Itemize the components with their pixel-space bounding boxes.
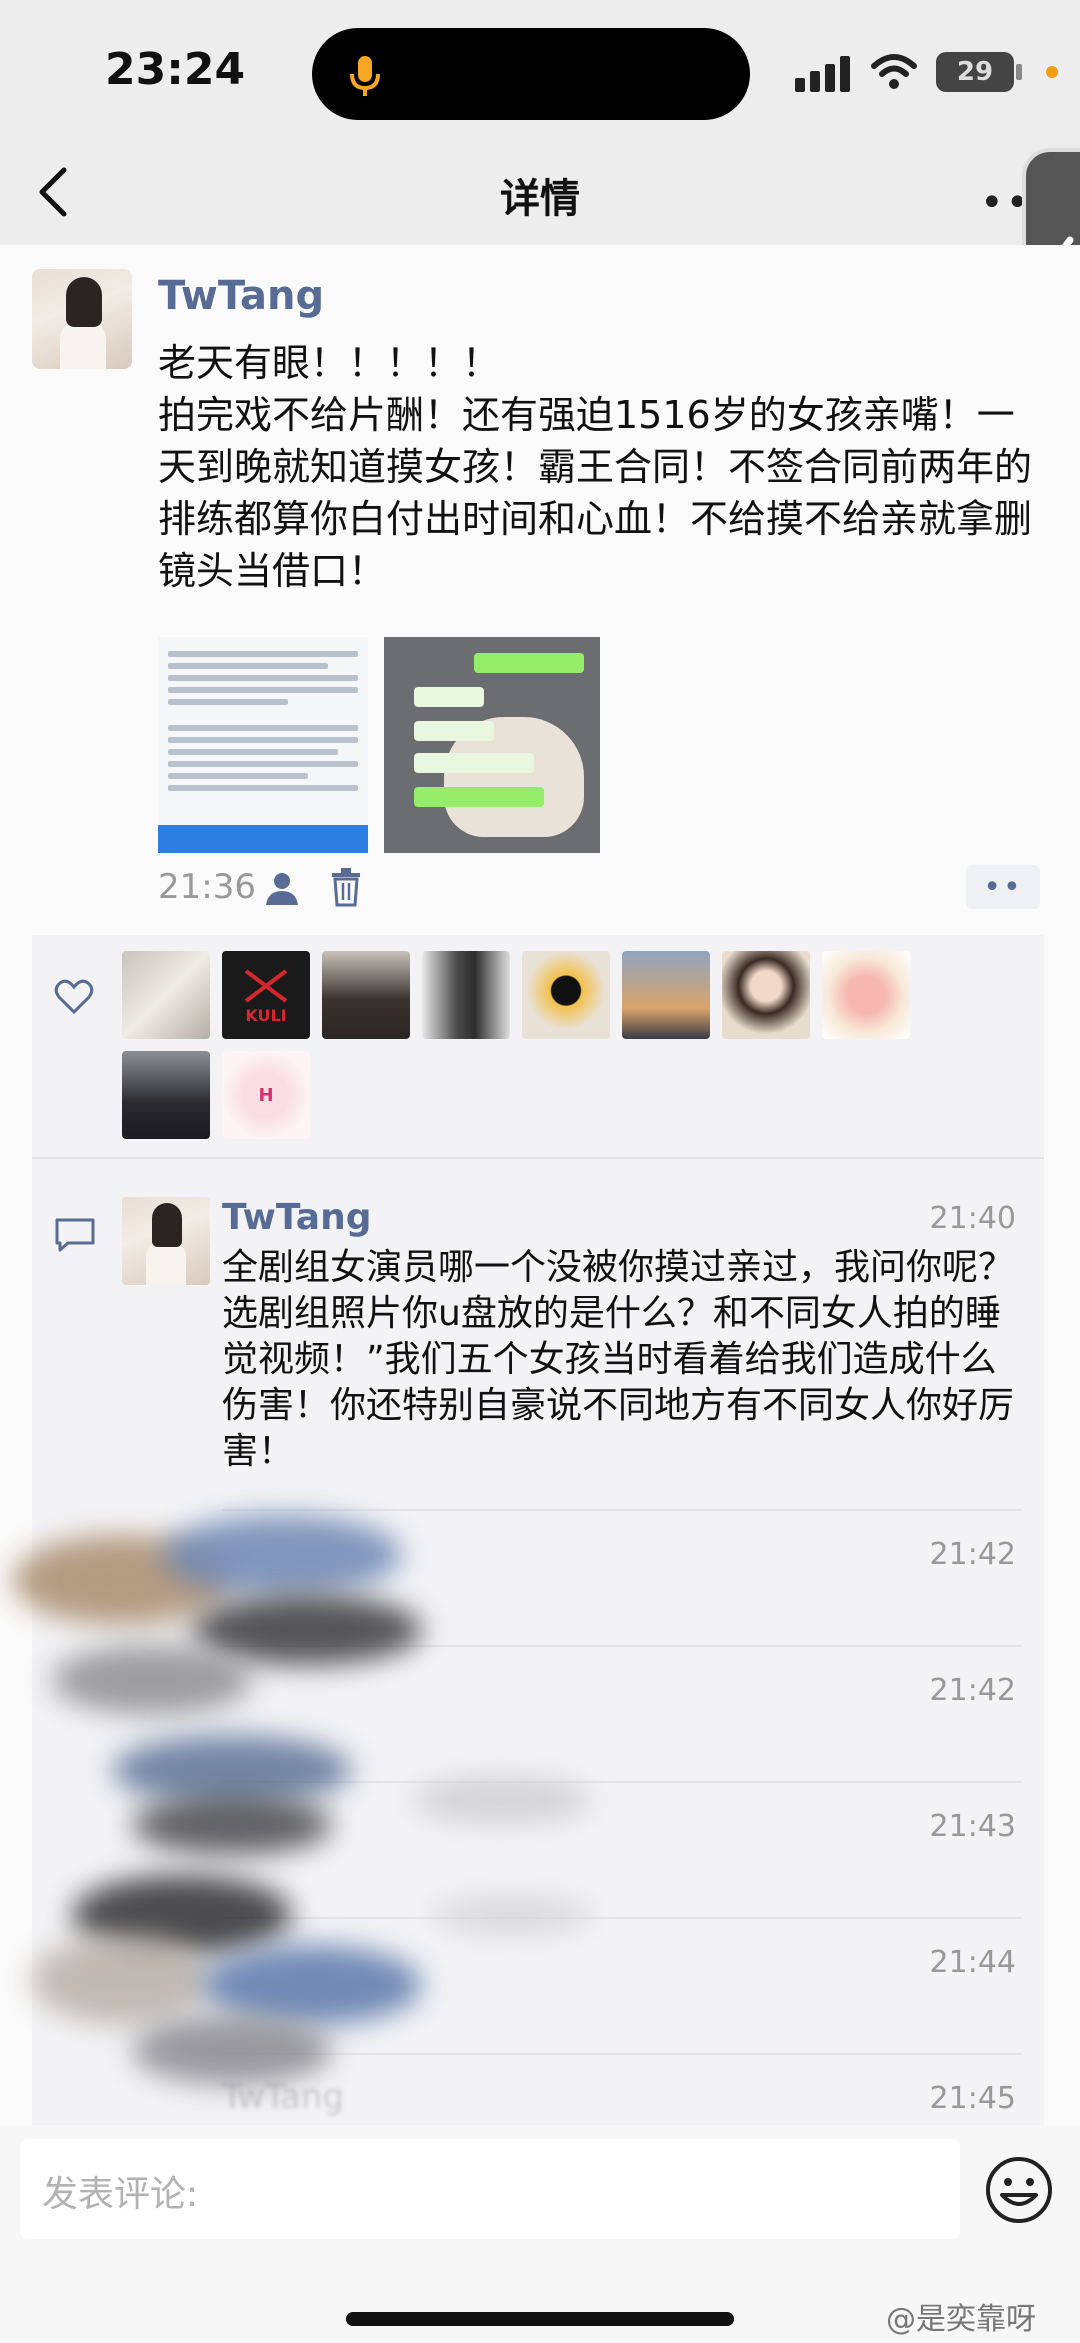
status-bar: 23:24 29: [0, 0, 1080, 140]
heart-icon: [54, 979, 94, 1015]
comment-time: 21:44: [929, 1945, 1016, 1980]
liker-avatar[interactable]: [722, 951, 810, 1039]
navigation-bar: 详情 ••: [0, 140, 1080, 245]
post-timestamp: 21:36: [158, 867, 256, 907]
more-actions-button[interactable]: ••: [966, 865, 1040, 909]
signal-icon: [795, 56, 850, 92]
post-text: 老天有眼！！！！！ 拍完戏不给片酬！还有强迫1516岁的女孩亲嘴！一天到晚就知道…: [158, 341, 1033, 593]
liker-avatar[interactable]: [522, 951, 610, 1039]
liker-avatar-text: KULI: [245, 1005, 287, 1025]
post-author-name[interactable]: TwTang: [158, 273, 324, 319]
wifi-icon: [871, 54, 917, 89]
contact-visibility-icon[interactable]: [264, 871, 304, 907]
liker-avatar[interactable]: [122, 1051, 210, 1139]
dynamic-island: [312, 28, 750, 120]
comment-input[interactable]: 发表评论:: [20, 2139, 960, 2239]
divider: [32, 1157, 1044, 1159]
liker-avatar[interactable]: [622, 951, 710, 1039]
liker-avatar[interactable]: [122, 951, 210, 1039]
liker-avatar[interactable]: [822, 951, 910, 1039]
battery-tip: [1016, 64, 1022, 80]
microphone-icon: [350, 56, 380, 96]
liker-avatar-text: H: [258, 1084, 274, 1106]
home-indicator[interactable]: [346, 2312, 734, 2326]
liker-avatar[interactable]: [322, 951, 410, 1039]
comment-time: 21:45: [929, 2081, 1016, 2116]
page-title: 详情: [500, 176, 580, 222]
comment-time: 21:43: [929, 1809, 1016, 1844]
clock: 23:24: [105, 44, 246, 95]
comment-time: 21:42: [929, 1673, 1016, 1708]
emoji-icon[interactable]: [984, 2155, 1054, 2225]
liker-avatar[interactable]: KULI: [222, 951, 310, 1039]
comment-time: 21:40: [929, 1201, 1016, 1236]
battery-indicator: 29: [936, 52, 1014, 92]
privacy-indicator-dot: [1046, 66, 1058, 78]
trash-icon[interactable]: [330, 867, 362, 907]
post-image-document[interactable]: [158, 637, 368, 853]
liker-avatar[interactable]: [422, 951, 510, 1039]
watermark: @是奕靠呀: [886, 2302, 1036, 2337]
comment-time: 21:42: [929, 1537, 1016, 1572]
comment-icon: [55, 1218, 95, 1252]
redaction-blur: [12, 1495, 712, 2115]
comment-input-placeholder: 发表评论:: [42, 2174, 199, 2215]
likes-and-comments: KULI H TwTang 21:40 全剧组女演员哪一个没被你摸过亲过，我问你…: [12, 935, 1044, 2125]
scissors-icon: [244, 968, 288, 1003]
avatar[interactable]: [32, 269, 132, 369]
liker-avatar[interactable]: H: [222, 1051, 310, 1139]
post-image-chat-screenshot[interactable]: [384, 637, 600, 853]
avatar[interactable]: [122, 1197, 210, 1285]
moment-detail: TwTang 老天有眼！！！！！ 拍完戏不给片酬！还有强迫1516岁的女孩亲嘴！…: [0, 245, 1080, 2125]
comment-text: 全剧组女演员哪一个没被你摸过亲过，我问你呢？选剧组照片你u盘放的是什么？和不同女…: [222, 1247, 1015, 1472]
comment-author[interactable]: TwTang: [222, 1197, 371, 1238]
